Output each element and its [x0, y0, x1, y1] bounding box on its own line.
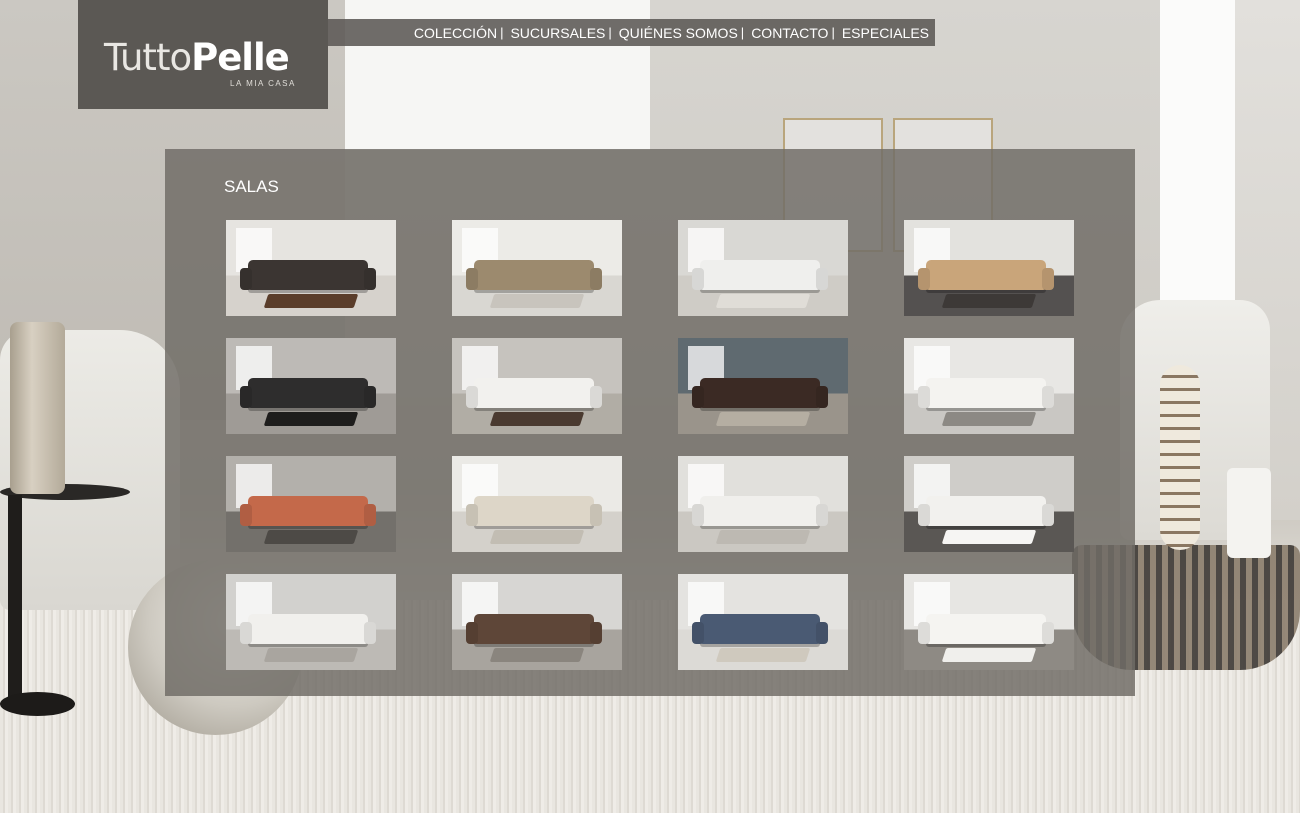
logo-word-light: Tutto: [104, 36, 192, 79]
thumbnail-sofa: [248, 378, 368, 408]
gallery-thumbnail[interactable]: [904, 220, 1074, 316]
background-candle: [1227, 468, 1271, 558]
thumbnail-rug: [263, 648, 359, 662]
nav-separator: |: [740, 25, 745, 40]
thumbnail-sofa: [700, 496, 820, 526]
nav-separator: |: [500, 25, 504, 40]
section-title: SALAS: [224, 177, 279, 196]
nav-separator: |: [608, 25, 612, 40]
gallery-thumbnail[interactable]: [678, 338, 848, 434]
thumbnail-rug: [263, 412, 359, 426]
thumbnail-sofa: [926, 614, 1046, 644]
background-table-base: [0, 692, 75, 716]
thumbnail-rug: [489, 530, 585, 544]
thumbnail-sofa: [700, 260, 820, 290]
thumbnail-rug: [489, 412, 585, 426]
thumbnail-sofa: [926, 378, 1046, 408]
thumbnail-sofa: [700, 378, 820, 408]
thumbnail-rug: [715, 294, 811, 308]
nav-item-especiales[interactable]: ESPECIALES: [842, 25, 929, 41]
logo-tagline: LA MIA CASA: [230, 79, 296, 88]
gallery-thumbnail[interactable]: [678, 456, 848, 552]
main-navigation: COLECCIÓN | SUCURSALES | QUIÉNES SOMOS |…: [414, 19, 929, 46]
nav-separator: |: [831, 25, 835, 40]
gallery-thumbnail[interactable]: [904, 456, 1074, 552]
main-navigation-bar: COLECCIÓN | SUCURSALES | QUIÉNES SOMOS |…: [328, 19, 935, 46]
gallery-thumbnail[interactable]: [678, 574, 848, 670]
gallery-thumbnail[interactable]: [226, 456, 396, 552]
gallery-thumbnail[interactable]: [226, 574, 396, 670]
thumbnail-rug: [715, 530, 811, 544]
thumbnail-rug: [489, 294, 585, 308]
gallery-panel: SALAS: [165, 149, 1135, 696]
gallery-thumbnail[interactable]: [226, 338, 396, 434]
background-sculpture: [1160, 365, 1200, 550]
thumbnail-sofa: [474, 260, 594, 290]
nav-item-contacto[interactable]: CONTACTO: [751, 25, 828, 41]
thumbnail-sofa: [474, 614, 594, 644]
thumbnail-rug: [941, 412, 1037, 426]
logo-link[interactable]: TuttoPelle LA MIA CASA: [78, 0, 328, 109]
gallery-thumbnail[interactable]: [226, 220, 396, 316]
thumbnail-rug: [941, 530, 1037, 544]
thumbnail-sofa: [248, 260, 368, 290]
gallery-thumbnail[interactable]: [452, 338, 622, 434]
gallery-thumbnail[interactable]: [904, 338, 1074, 434]
gallery-thumbnail[interactable]: [452, 220, 622, 316]
thumbnail-sofa: [248, 496, 368, 526]
thumbnail-sofa: [248, 614, 368, 644]
thumbnail-rug: [489, 648, 585, 662]
thumbnail-sofa: [926, 496, 1046, 526]
logo: TuttoPelle: [104, 36, 290, 79]
logo-word-bold: Pelle: [191, 36, 290, 79]
thumbnail-rug: [715, 412, 811, 426]
gallery-thumbnail[interactable]: [452, 456, 622, 552]
gallery-thumbnail[interactable]: [452, 574, 622, 670]
gallery-thumbnail[interactable]: [904, 574, 1074, 670]
nav-item-sucursales[interactable]: SUCURSALES: [510, 25, 605, 41]
background-table-leg: [8, 495, 22, 705]
thumbnail-rug: [941, 648, 1037, 662]
background-window: [1160, 0, 1235, 350]
thumbnail-sofa: [474, 378, 594, 408]
thumbnail-rug: [715, 648, 811, 662]
background-vase: [10, 322, 65, 494]
thumbnail-sofa: [926, 260, 1046, 290]
thumbnail-rug: [263, 294, 359, 308]
thumbnail-sofa: [700, 614, 820, 644]
nav-item-coleccion[interactable]: COLECCIÓN: [414, 25, 497, 41]
thumbnail-grid: [226, 220, 1074, 670]
thumbnail-sofa: [474, 496, 594, 526]
thumbnail-rug: [263, 530, 359, 544]
gallery-thumbnail[interactable]: [678, 220, 848, 316]
nav-item-quienes-somos[interactable]: QUIÉNES SOMOS: [619, 25, 738, 41]
thumbnail-rug: [941, 294, 1037, 308]
